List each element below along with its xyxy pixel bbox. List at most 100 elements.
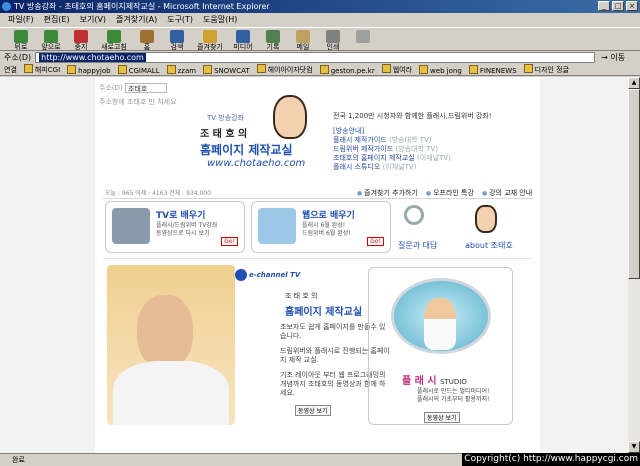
favorites-icon [203, 30, 217, 43]
flash-studio-box: 플 래 시 STUDIO 플래시로 만드는 멀티미디어! 플래시의 기초부터 활용… [368, 267, 513, 425]
toolbar-label: 메일 [296, 43, 310, 51]
link-item[interactable]: 해피CGI [24, 64, 60, 75]
link-item[interactable]: SNOWCAT [203, 65, 250, 75]
go-button[interactable]: Go! [367, 237, 384, 246]
add-favorite-link[interactable]: 즐겨찾기 추가하기 [357, 188, 418, 198]
favorites-button[interactable]: 즐겨찾기 [192, 28, 228, 52]
link-item[interactable]: happyjob [67, 65, 110, 75]
menu-tools[interactable]: 도구(T) [167, 13, 193, 26]
qa-link[interactable]: 질문과 대답 [398, 205, 438, 251]
link-item[interactable]: CGIMALL [118, 65, 160, 75]
refresh-button[interactable]: 새로고침 [96, 28, 132, 52]
link-item[interactable]: zzam [167, 65, 196, 75]
page-viewport: 주소(D) 조태호 주소창에 조태호 만 치세요 TV 방송강좌 조 태 호 의… [0, 77, 628, 453]
menu-view[interactable]: 보기(V) [80, 13, 106, 26]
menu-favorites[interactable]: 즐겨찾기(A) [116, 13, 157, 26]
photo-body [113, 361, 229, 425]
card-desc-line: 플래시 6월 완성! [302, 222, 346, 229]
home-icon [140, 30, 154, 43]
news-item[interactable]: 플래시 제작가이드 (방송대학 TV) [333, 136, 451, 145]
link-item[interactable]: 웹여라 [382, 64, 412, 75]
go-button[interactable]: → 이동 [601, 52, 625, 63]
link-item[interactable]: web jong [419, 65, 462, 75]
news-header: [방송안내] [333, 127, 365, 135]
go-button[interactable]: Go! [221, 237, 238, 246]
toolbar-label: 홈 [143, 43, 151, 51]
flash-desc-line: 플래시의 기초부터 활용까지! [417, 396, 490, 403]
mail-icon [296, 30, 310, 43]
links-label: 연결 [4, 65, 17, 74]
edit-button[interactable] [348, 28, 378, 52]
vertical-scrollbar[interactable]: ▲ ▼ [628, 77, 640, 453]
web-page: 주소(D) 조태호 주소창에 조태호 만 치세요 TV 방송강좌 조 태 호 의… [95, 77, 540, 453]
flash-title: 플 래 시 STUDIO [402, 372, 467, 387]
web-learn-card[interactable]: 웹으로 배우기 플래시 6월 완성! 드림위버 6월 완성! Go! [251, 201, 391, 253]
tv-icon [112, 208, 150, 244]
address-label: 주소(D) [4, 53, 32, 62]
home-button[interactable]: 홈 [132, 28, 162, 52]
news-sub: (이채널TV) [416, 154, 451, 162]
login-field[interactable]: 조태호 [124, 83, 167, 93]
toolbar-label: 중지 [74, 43, 88, 51]
about-link[interactable]: about 조태호 [465, 205, 525, 251]
link-item[interactable]: 디자인 정글 [524, 64, 569, 75]
stop-button[interactable]: 중지 [66, 28, 96, 52]
news-item[interactable]: 플래시 스튜디오 (이채널TV) [333, 163, 451, 172]
news-text: 플래시 제작가이드 [333, 136, 387, 144]
card-desc-line: 동영상으로 다시 보기 [156, 230, 210, 237]
link-item[interactable]: geston.pe.kr [320, 65, 375, 75]
menu-help[interactable]: 도움말(H) [203, 13, 237, 26]
news-sub: (방송대학 TV) [395, 145, 438, 153]
card-desc-line: 플래시/드림위버 TV강좌 [156, 222, 218, 229]
video-button[interactable]: 동영상 보기 [295, 405, 331, 416]
search-button[interactable]: 검색 [162, 28, 192, 52]
flash-desc-line: 플래시로 만드는 멀티미디어! [417, 388, 490, 395]
back-button[interactable]: 뒤로 [6, 28, 36, 52]
echannel-logo: e-channel TV [235, 269, 300, 281]
status-text: 완료 [12, 456, 25, 464]
login-area: 주소(D) 조태호 주소창에 조태호 만 치세요 [99, 83, 177, 106]
print-button[interactable]: 인쇄 [318, 28, 348, 52]
flash-video-button[interactable]: 동영상 보기 [424, 412, 460, 423]
toolbar-label: 기록 [266, 43, 280, 51]
link-item[interactable]: 헤이아이자닷컴 [257, 64, 313, 75]
main-logo-name: 조 태 호 의 [285, 292, 318, 300]
news-item[interactable]: 조태호의 홈페이지 제작교실 (이채널TV) [333, 154, 451, 163]
refresh-icon [107, 30, 121, 43]
intro-text: 전국 1,200만 시청자와 함께한 플래시,드림위버 강좌! [333, 112, 492, 120]
login-label: 주소(D) [99, 84, 123, 92]
flash-presenter [424, 298, 456, 350]
about-label: about 조태호 [465, 241, 513, 250]
tv-learn-card[interactable]: TV로 배우기 플래시/드림위버 TV강좌 동영상으로 다시 보기 Go! [105, 201, 245, 253]
login-hint: 주소창에 조태호 만 치세요 [99, 98, 177, 106]
scroll-up-icon[interactable]: ▲ [628, 77, 640, 89]
menu-file[interactable]: 파일(F) [8, 13, 34, 26]
toolbar-label: 새로고침 [101, 43, 127, 51]
history-button[interactable]: 기록 [258, 28, 288, 52]
textbook-link[interactable]: 강의 교재 안내 [482, 188, 532, 198]
media-button[interactable]: 미디어 [228, 28, 258, 52]
address-input[interactable]: http://www.chotaeho.com [35, 52, 596, 63]
link-item[interactable]: FINENEWS [469, 65, 517, 75]
echannel-label: e-channel TV [249, 271, 301, 279]
offline-lecture-link[interactable]: 오프라인 특강 [426, 188, 474, 198]
edit-icon [356, 30, 370, 43]
forward-button[interactable]: 앞으로 [36, 28, 66, 52]
toolbar-label: 즐겨찾기 [197, 43, 223, 51]
close-button[interactable]: × [626, 1, 638, 11]
maximize-button[interactable]: □ [612, 1, 624, 11]
menu-edit[interactable]: 편집(E) [44, 13, 70, 26]
card-desc: 플래시 6월 완성! 드림위버 6월 완성! [302, 222, 351, 238]
toolbar-label: 검색 [170, 43, 184, 51]
minimize-button[interactable]: _ [598, 1, 610, 11]
scroll-down-icon[interactable]: ▼ [628, 441, 640, 453]
logo-url[interactable]: www.chotaeho.com [207, 158, 305, 169]
photo-head [137, 295, 193, 369]
mail-button[interactable]: 메일 [288, 28, 318, 52]
flash-desc: 플래시로 만드는 멀티미디어! 플래시의 기초부터 활용까지! [417, 388, 489, 404]
scroll-thumb[interactable] [628, 89, 640, 279]
address-bar: 주소(D) http://www.chotaeho.com → 이동 [0, 51, 640, 64]
qa-label: 질문과 대답 [398, 241, 438, 250]
news-item[interactable]: 드림위버 제작가이드 (방송대학 TV) [333, 145, 451, 154]
logo-title[interactable]: 홈페이지 제작교실 [200, 141, 293, 158]
